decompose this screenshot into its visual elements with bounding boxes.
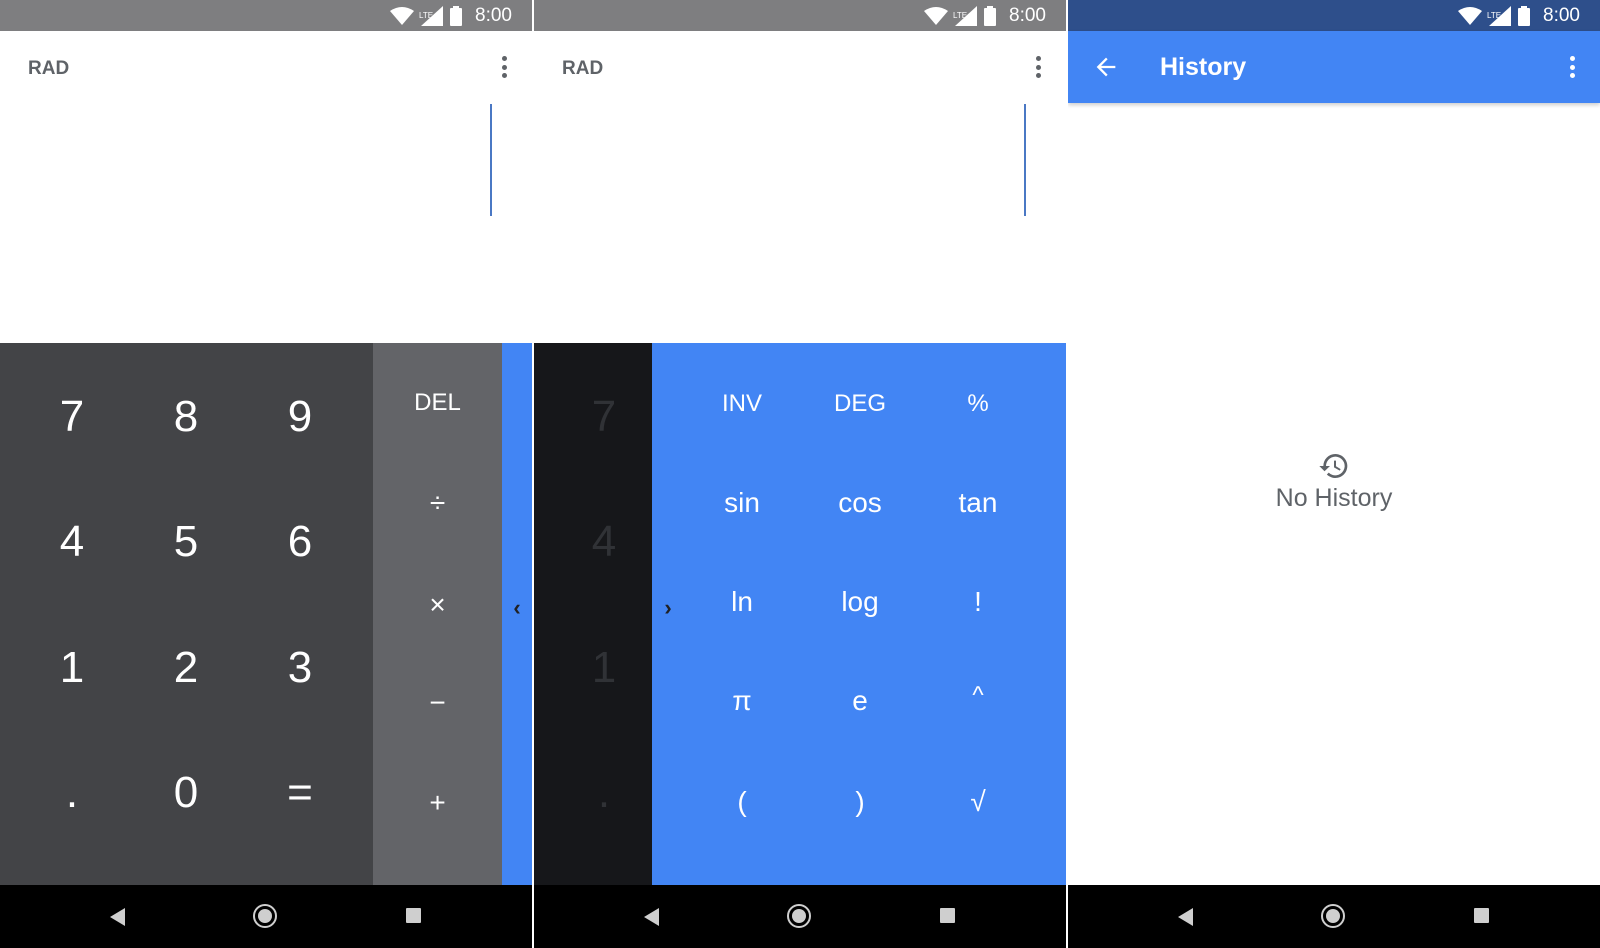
more-vert-icon[interactable] — [1564, 52, 1580, 82]
key-factorial[interactable]: ! — [923, 567, 1033, 637]
wifi-icon — [390, 6, 415, 25]
network-type: LTE — [1487, 10, 1502, 20]
key-0[interactable]: 0 — [146, 753, 226, 833]
keypad: 7 4 1 . › INV DEG % sin cos tan ln log !… — [534, 343, 1066, 885]
signal-icon: LTE — [419, 5, 444, 26]
battery-icon — [450, 5, 463, 26]
key-right-paren[interactable]: ) — [805, 767, 915, 837]
key-inv[interactable]: INV — [687, 369, 797, 439]
operator-pad: DEL ÷ × − + — [373, 343, 502, 885]
key-equals[interactable]: = — [260, 753, 340, 833]
key-decimal[interactable]: . — [32, 753, 112, 833]
wifi-icon — [1458, 6, 1483, 25]
formula-cursor — [490, 104, 492, 216]
key-7[interactable]: 7 — [32, 377, 112, 457]
nav-recent-icon[interactable] — [940, 908, 955, 923]
key-deg[interactable]: DEG — [805, 369, 915, 439]
key-left-paren[interactable]: ( — [687, 767, 797, 837]
more-vert-icon[interactable] — [1030, 52, 1046, 82]
key-ln[interactable]: ln — [687, 567, 797, 637]
calculator-screen-basic: LTE 8:00 RAD 7 8 9 4 5 6 1 2 3 . 0 = DEL… — [0, 0, 532, 948]
battery-icon — [1518, 5, 1531, 26]
wifi-icon — [924, 6, 949, 25]
key-e[interactable]: e — [805, 666, 915, 736]
nav-recent-icon[interactable] — [1474, 908, 1489, 923]
numeric-keypad: 7 8 9 4 5 6 1 2 3 . 0 = — [0, 343, 373, 885]
key-sqrt[interactable]: √ — [923, 767, 1033, 837]
chevron-left-icon: ‹ — [513, 595, 521, 620]
key-decimal: . — [597, 768, 611, 817]
key-sin[interactable]: sin — [687, 468, 797, 538]
nav-recent-icon[interactable] — [406, 908, 421, 923]
key-cos[interactable]: cos — [805, 468, 915, 538]
empty-state: No History — [1068, 450, 1600, 513]
empty-state-text: No History — [1275, 484, 1393, 512]
angle-mode-label[interactable]: RAD — [562, 58, 603, 80]
network-type: LTE — [419, 10, 434, 20]
signal-icon: LTE — [1487, 5, 1512, 26]
key-7: 7 — [591, 392, 617, 441]
navigation-bar — [1068, 885, 1600, 948]
navigation-bar — [534, 885, 1066, 948]
status-time: 8:00 — [1543, 4, 1580, 26]
key-3[interactable]: 3 — [260, 628, 340, 708]
status-bar: LTE 8:00 — [1068, 0, 1600, 31]
nav-back-icon[interactable] — [1178, 908, 1193, 926]
signal-icon: LTE — [953, 5, 978, 26]
history-screen: LTE 8:00 History No History — [1068, 0, 1600, 948]
network-type: LTE — [953, 10, 968, 20]
angle-mode-label[interactable]: RAD — [28, 58, 69, 80]
advanced-pad-handle[interactable]: ‹ — [502, 343, 532, 885]
page-title: History — [1160, 53, 1247, 81]
key-6[interactable]: 6 — [260, 502, 340, 582]
status-bar: LTE 8:00 — [0, 0, 532, 31]
keypad: 7 8 9 4 5 6 1 2 3 . 0 = DEL ÷ × − + ‹ — [0, 343, 532, 885]
key-multiply[interactable]: × — [373, 575, 502, 635]
key-2[interactable]: 2 — [146, 628, 226, 708]
arrow-back-icon[interactable] — [1092, 53, 1120, 81]
app-bar: History — [1068, 31, 1600, 103]
status-time: 8:00 — [475, 4, 512, 26]
nav-home-icon[interactable] — [1321, 904, 1345, 928]
history-icon — [1319, 454, 1348, 478]
nav-back-icon[interactable] — [110, 908, 125, 926]
key-tan[interactable]: tan — [923, 468, 1033, 538]
key-5[interactable]: 5 — [146, 502, 226, 582]
numeric-keypad-dimmed: 7 4 1 . — [534, 343, 652, 885]
status-bar: LTE 8:00 — [534, 0, 1066, 31]
key-add[interactable]: + — [373, 773, 502, 833]
key-1[interactable]: 1 — [32, 628, 112, 708]
battery-icon — [984, 5, 997, 26]
key-power[interactable]: ^ — [923, 661, 1033, 731]
key-pi[interactable]: π — [687, 666, 797, 736]
key-divide[interactable]: ÷ — [373, 473, 502, 533]
key-4: 4 — [591, 517, 617, 566]
key-percent[interactable]: % — [923, 369, 1033, 439]
nav-home-icon[interactable] — [253, 904, 277, 928]
status-time: 8:00 — [1009, 4, 1046, 26]
key-log[interactable]: log — [805, 567, 915, 637]
key-9[interactable]: 9 — [260, 377, 340, 457]
nav-back-icon[interactable] — [644, 908, 659, 926]
key-subtract[interactable]: − — [373, 673, 502, 733]
calculator-screen-advanced: LTE 8:00 RAD 7 4 1 . › INV DEG % sin cos… — [534, 0, 1066, 948]
key-4[interactable]: 4 — [32, 502, 112, 582]
more-vert-icon[interactable] — [496, 52, 512, 82]
chevron-right-icon[interactable]: › — [658, 595, 678, 620]
formula-cursor — [1024, 104, 1026, 216]
advanced-pad: › INV DEG % sin cos tan ln log ! π e ^ (… — [652, 343, 1066, 885]
key-delete[interactable]: DEL — [373, 373, 502, 433]
navigation-bar — [0, 885, 532, 948]
nav-home-icon[interactable] — [787, 904, 811, 928]
key-8[interactable]: 8 — [146, 377, 226, 457]
key-1: 1 — [591, 643, 617, 692]
